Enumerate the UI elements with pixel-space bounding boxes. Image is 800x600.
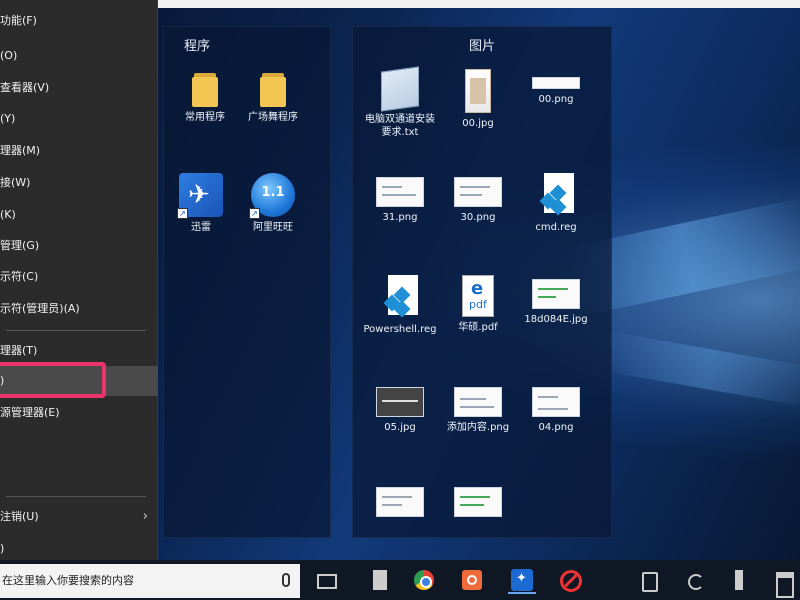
tile-label: cmd.reg: [535, 222, 577, 233]
tile-file-huashuo-pdf[interactable]: e pdf 华硕.pdf: [439, 275, 517, 334]
menu-item-event-viewer[interactable]: 查看器(V): [0, 73, 158, 103]
tile-file-31-png[interactable]: 31.png: [361, 177, 439, 224]
block-icon[interactable]: [556, 566, 584, 594]
tile-label: 阿里旺旺: [253, 222, 293, 233]
aliwangwang-icon: 1.1 ↗: [249, 173, 295, 219]
menu-item-network-connections[interactable]: 接(W): [0, 168, 158, 198]
tile-file-04-png[interactable]: 04.png: [517, 387, 595, 434]
tile-label: Powershell.reg: [363, 324, 437, 335]
chrome-icon[interactable]: [410, 566, 438, 594]
search-placeholder: 在这里输入你要搜索的内容: [2, 574, 134, 587]
xunlei-icon: ✈ ↗: [177, 173, 223, 219]
tile-group-pictures: 图片 电脑双通道安装要求.txt 00.jpg 00.png 31.png 30…: [352, 26, 612, 538]
highlight-annotation-box: [0, 362, 106, 398]
menu-item-label: 注销(U): [0, 510, 39, 523]
registry-file-icon: [382, 275, 418, 319]
xunlei-icon[interactable]: [508, 566, 536, 594]
tile-label: 00.png: [538, 94, 574, 105]
image-file-icon: [376, 487, 424, 517]
tile-label: 华硕.pdf: [458, 322, 498, 333]
pen-icon[interactable]: [726, 566, 752, 594]
tile-label: 常用程序: [185, 112, 225, 123]
chevron-right-icon: ›: [142, 509, 148, 524]
image-file-icon: [454, 177, 502, 207]
tile-aliwangwang[interactable]: 1.1 ↗ 阿里旺旺: [234, 173, 312, 234]
tile-label: 添加内容.png: [446, 422, 510, 433]
tile-file-00-jpg[interactable]: 00.jpg: [439, 69, 517, 130]
folder-icon: [260, 71, 286, 107]
tile-label: 05.jpg: [384, 422, 416, 433]
image-file-icon: [376, 387, 424, 417]
image-file-icon: [465, 69, 491, 113]
menu-item-mobility-center[interactable]: (O): [0, 41, 158, 71]
search-input[interactable]: 在这里输入你要搜索的内容: [0, 564, 300, 598]
task-view-icon[interactable]: [312, 566, 340, 594]
menu-item-computer-management[interactable]: 管理(G): [0, 231, 158, 261]
menu-item-command-prompt[interactable]: 示符(C): [0, 262, 158, 292]
tile-label: 00.jpg: [462, 118, 494, 129]
tile-file-18d084e-jpg[interactable]: 18d084E.jpg: [517, 279, 595, 326]
menu-separator: [6, 330, 146, 331]
tile-label: 30.png: [460, 212, 496, 223]
group-title-pictures: 图片: [468, 39, 495, 54]
tile-square-dance-programs[interactable]: 广场舞程序: [234, 71, 312, 124]
microphone-icon[interactable]: [282, 573, 290, 587]
tile-label: 18d084E.jpg: [524, 314, 588, 325]
tile-file-05-jpg[interactable]: 05.jpg: [361, 387, 439, 434]
tile-file-image[interactable]: [361, 487, 439, 521]
image-file-icon: [532, 387, 580, 417]
tile-label: 广场舞程序: [248, 112, 298, 123]
menu-item-apps-and-features[interactable]: 功能(F): [0, 6, 158, 36]
image-file-icon: [532, 279, 580, 309]
tablet-icon[interactable]: [636, 566, 662, 594]
image-file-icon: [376, 177, 424, 207]
image-file-icon: [532, 77, 580, 89]
menu-item-file-explorer[interactable]: 源管理器(E): [0, 398, 158, 428]
menu-item-disk-management[interactable]: (K): [0, 200, 158, 230]
refresh-icon[interactable]: [682, 566, 708, 594]
image-file-icon: [454, 387, 502, 417]
tile-file-30-png[interactable]: 30.png: [439, 177, 517, 224]
tile-file-add-content-png[interactable]: 添加内容.png: [439, 387, 517, 434]
tile-label: 31.png: [382, 212, 418, 223]
folder-icon: [192, 71, 218, 107]
tile-label: 04.png: [538, 422, 574, 433]
tile-file-txt[interactable]: 电脑双通道安装要求.txt: [361, 66, 439, 139]
tile-file-00-png[interactable]: 00.png: [517, 69, 595, 106]
menu-item-system[interactable]: (Y): [0, 104, 158, 134]
menu-item-search[interactable]: [0, 430, 158, 460]
tile-common-programs[interactable]: 常用程序: [166, 71, 244, 124]
image-file-icon: [454, 487, 502, 517]
tile-file-powershell-reg[interactable]: Powershell.reg: [361, 275, 439, 336]
text-file-icon: [381, 66, 419, 112]
power-icon[interactable]: [458, 566, 486, 594]
menu-separator: [6, 496, 146, 497]
tile-group-programs: 程序 常用程序 广场舞程序 ✈ ↗ 迅雷 1.1 ↗ 阿里旺旺: [163, 26, 331, 538]
tile-file-image[interactable]: [439, 487, 517, 521]
device-icon[interactable]: [770, 566, 796, 598]
calculator-icon[interactable]: [366, 566, 394, 594]
wallpaper-light-beam: [596, 330, 800, 408]
menu-item-shutdown-or-sign-out[interactable]: 注销(U) ›: [0, 502, 158, 532]
tile-file-cmd-reg[interactable]: cmd.reg: [517, 173, 595, 234]
tile-label: 迅雷: [191, 222, 211, 233]
menu-item-device-manager[interactable]: 理器(M): [0, 136, 158, 166]
tile-label: 电脑双通道安装要求.txt: [365, 114, 435, 138]
pdf-file-icon: e pdf: [462, 275, 494, 317]
menu-item-run[interactable]: [0, 462, 158, 492]
tile-xunlei[interactable]: ✈ ↗ 迅雷: [162, 173, 240, 234]
menu-item-command-prompt-admin[interactable]: 示符(管理员)(A): [0, 294, 158, 324]
winx-context-menu: 功能(F) (O) 查看器(V) (Y) 理器(M) 接(W) (K) 管理(G…: [0, 0, 158, 560]
group-title-programs: 程序: [184, 39, 211, 54]
registry-file-icon: [538, 173, 574, 217]
taskbar: 在这里输入你要搜索的内容: [0, 560, 800, 600]
